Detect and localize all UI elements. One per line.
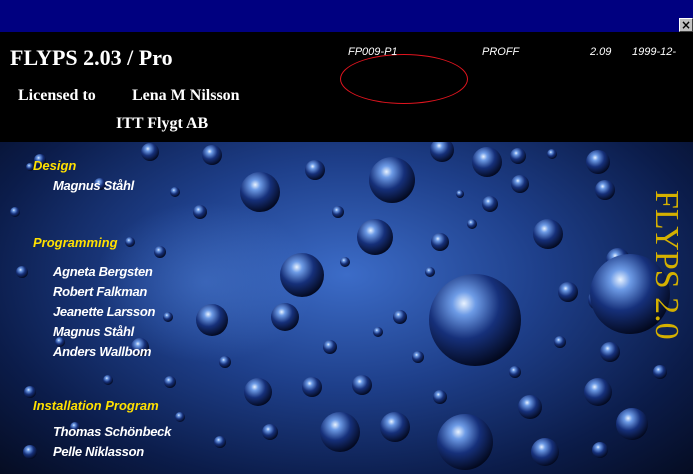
app-title: FLYPS 2.03 / Pro [10,45,173,70]
version-number: 2.09 [590,46,612,58]
serial-number: FP009-P1 [348,46,398,58]
highlight-circle [340,54,468,104]
release-date: 1999-12- [632,46,677,58]
licensee-company: ITT Flygt AB [116,115,209,132]
license-header: FLYPS 2.03 / Pro FP009-P1 PROFF 2.09 199… [0,32,693,142]
licensed-to-label: Licensed to [18,87,96,104]
installation-credit-name: Thomas Schönbeck [53,424,172,439]
close-button[interactable]: × [679,18,693,32]
installation-credit-name: Pelle Niklasson [53,444,144,459]
design-heading: Design [33,158,77,173]
programming-credit-name: Anders Wallbom [53,344,152,359]
splash-window: × FLYPS 2.03 / Pro FP009-P1 PROFF 2.09 1… [0,0,693,474]
title-bar: × [0,0,693,32]
programming-credit-name: Magnus Ståhl [53,324,134,339]
logo-text: FLYPS 2.0 [648,190,685,340]
installation-heading: Installation Program [33,398,159,413]
flyps-vertical-logo: FLYPS 2.0 [648,190,685,340]
programming-credit-name: Agneta Bergsten [53,264,153,279]
programming-credit-name: Jeanette Larsson [53,304,156,319]
licensee-name: Lena M Nilsson [132,87,240,104]
programming-heading: Programming [33,235,118,250]
edition-label: PROFF [482,46,520,58]
design-credit-name: Magnus Ståhl [53,178,134,193]
credits-panel: Design Magnus Ståhl Programming Agneta B… [0,142,693,474]
programming-credit-name: Robert Falkman [53,284,148,299]
